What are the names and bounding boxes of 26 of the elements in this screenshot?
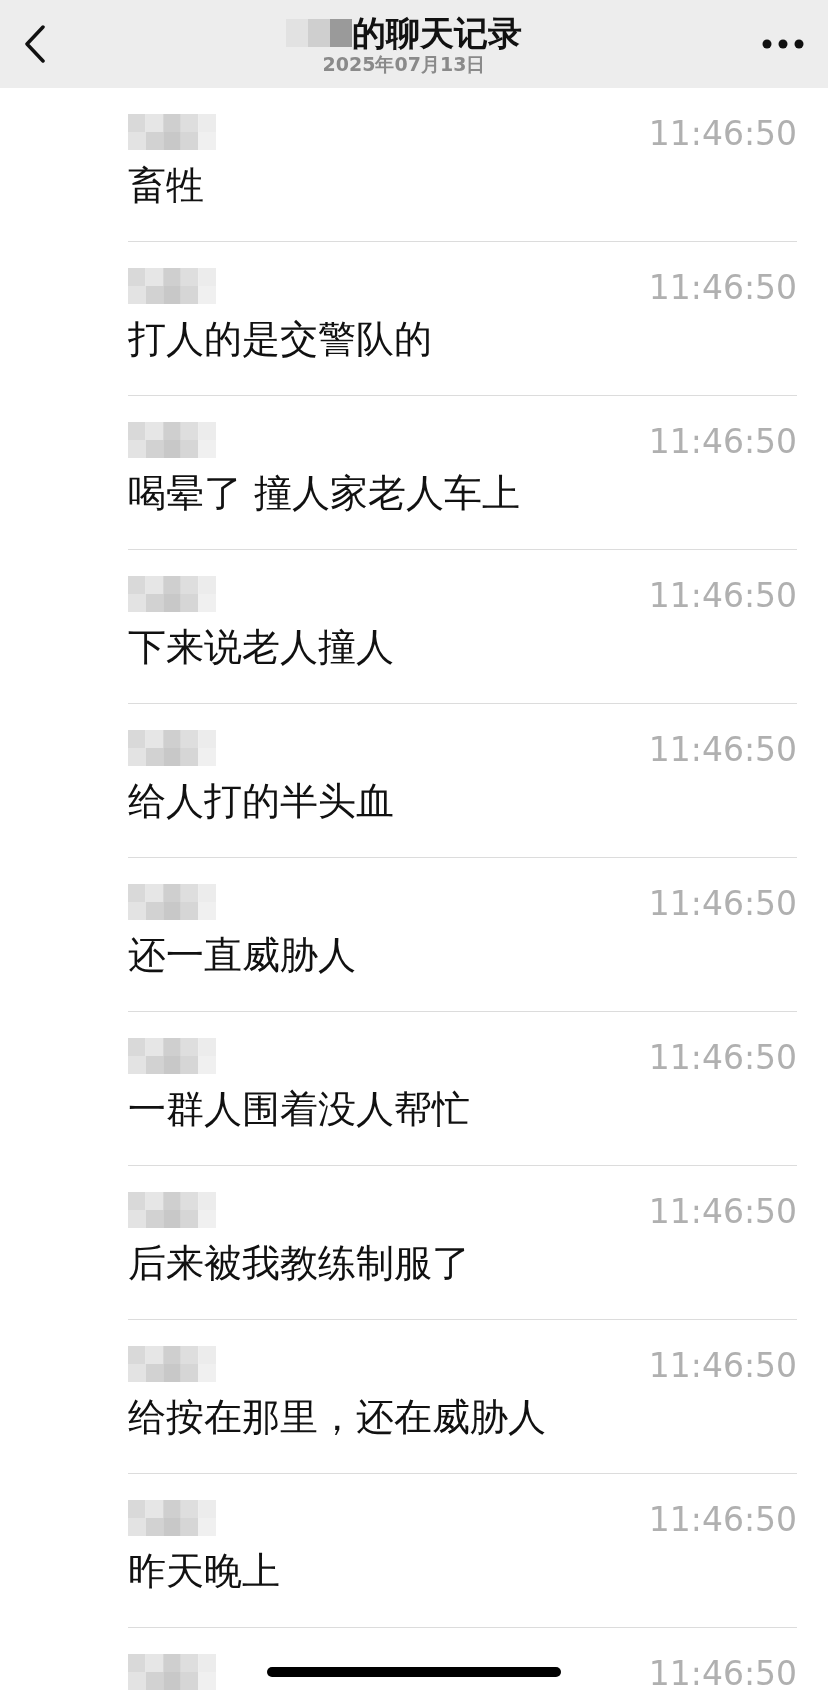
message-time: 11:46:50 xyxy=(648,1654,797,1694)
message-text: 下来说老人撞人 xyxy=(128,624,395,670)
message-time: 11:46:50 xyxy=(648,268,797,308)
message-text: 喝晕了 撞人家老人车上 xyxy=(128,470,522,516)
chat-date: 2025年07月13日 xyxy=(322,53,486,75)
more-icon[interactable] xyxy=(762,39,804,49)
message-time: 11:46:50 xyxy=(648,730,797,770)
blurred-title-drawing xyxy=(286,19,352,47)
message-text: 一群人围着没人帮忙 xyxy=(128,1086,471,1132)
message-time: 11:46:50 xyxy=(648,1192,797,1232)
message-time: 11:46:50 xyxy=(648,1038,797,1078)
message-text: 还一直威胁人 xyxy=(128,932,357,978)
message-text: 给按在那里，还在威胁人 xyxy=(128,1394,547,1440)
message-time: 11:46:50 xyxy=(648,1500,797,1540)
message-time: 11:46:50 xyxy=(648,1346,797,1386)
message-time: 11:46:50 xyxy=(648,114,797,154)
window-title: 的聊天记录 xyxy=(352,13,522,53)
message-text: 畜牲 xyxy=(128,162,205,208)
message-time: 11:46:50 xyxy=(648,576,797,616)
back-icon[interactable] xyxy=(24,25,46,63)
message-time: 11:46:50 xyxy=(648,422,797,462)
message-text: 给人打的半头血 xyxy=(128,778,395,824)
message-text: 昨天晚上 xyxy=(128,1548,281,1594)
message-text: 打人的是交警队的 xyxy=(128,316,433,362)
message-time: 11:46:50 xyxy=(648,884,797,924)
message-text: 后来被我教练制服了 xyxy=(128,1240,471,1286)
